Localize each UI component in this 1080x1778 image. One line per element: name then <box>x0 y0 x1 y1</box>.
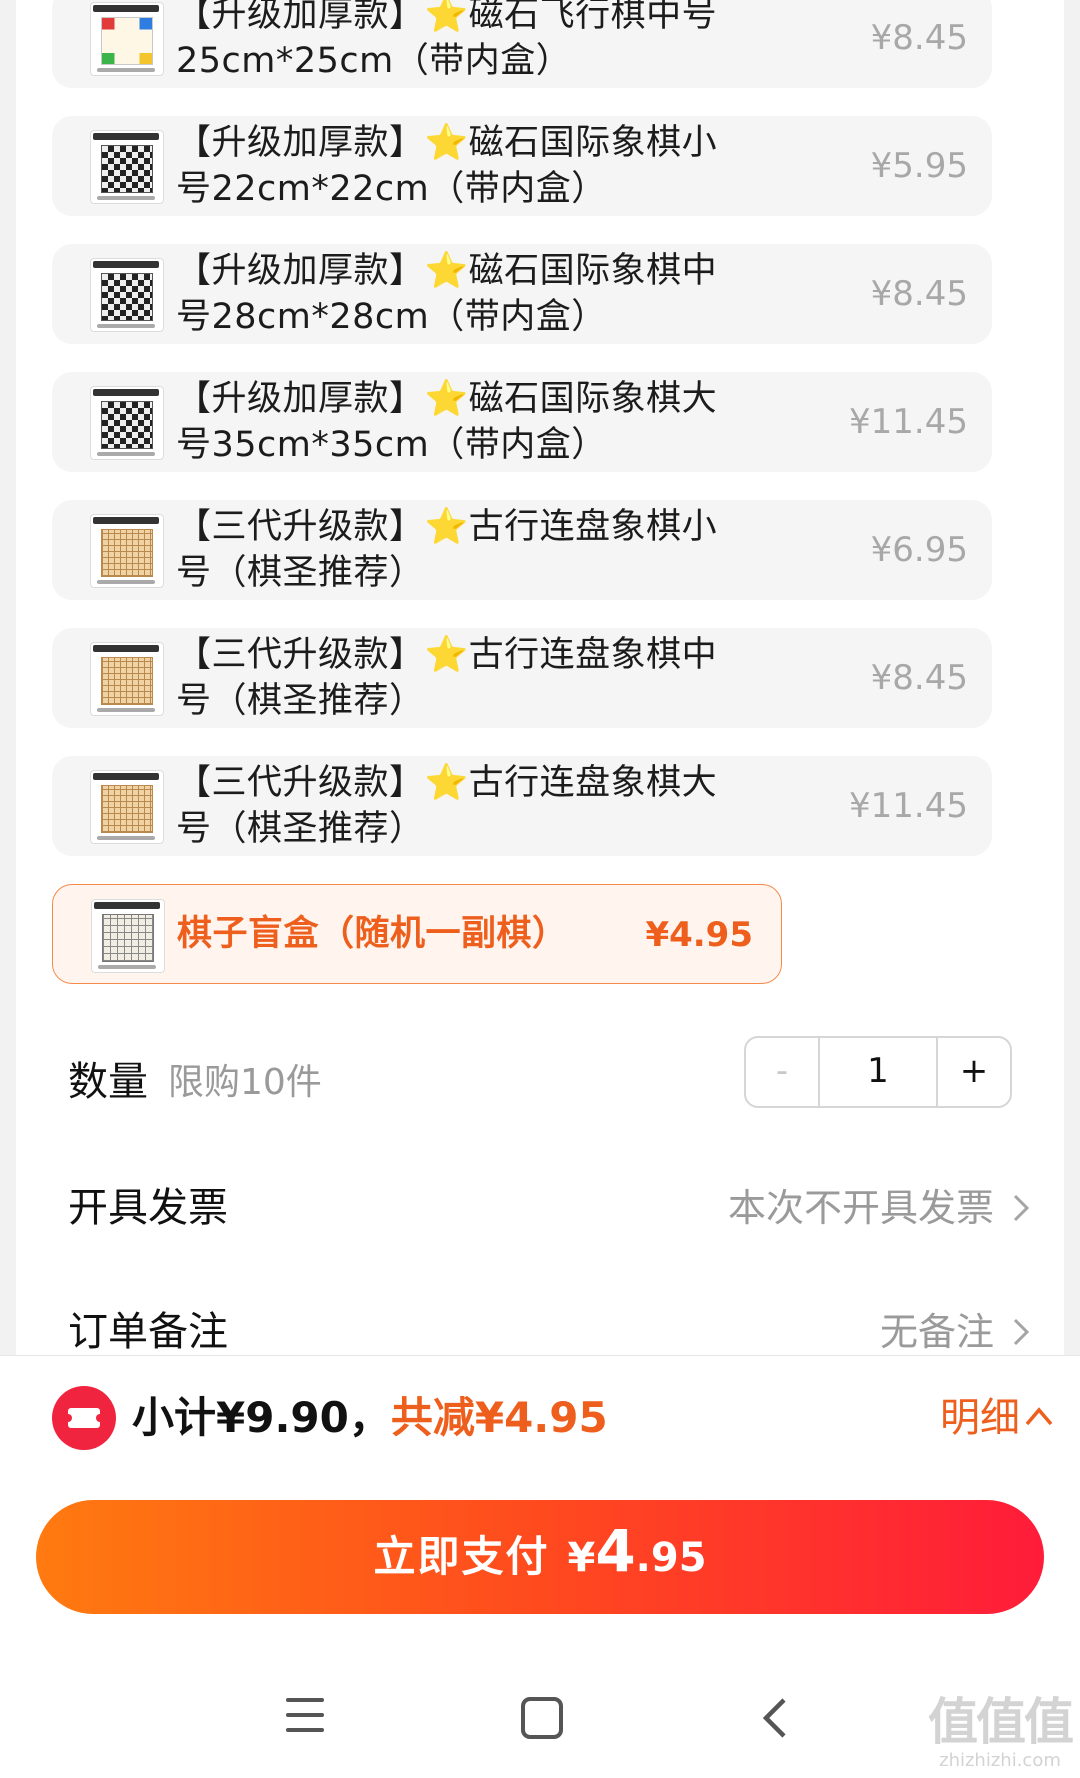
sku-price: ¥8.45 <box>870 658 968 698</box>
sku-price: ¥8.45 <box>870 18 968 58</box>
sku-price: ¥4.95 <box>645 915 753 955</box>
remark-value: 无备注 <box>879 1310 994 1354</box>
sku-option[interactable]: 【三代升级款】⭐古行连盘象棋小 号（棋圣推荐） ¥6.95 <box>52 500 992 600</box>
invoice-row[interactable]: 开具发票 本次不开具发票 <box>68 1178 1044 1238</box>
watermark: 值值值 zhizhizhi.com <box>928 1693 1074 1772</box>
sku-list: 【升级加厚款】⭐磁石飞行棋中号 25cm*25cm（带内盒） ¥8.45 【升级… <box>52 0 992 1012</box>
chevron-up-icon[interactable] <box>1024 1402 1054 1430</box>
xiangqi-board-thumbnail <box>90 770 164 844</box>
chess-board-thumbnail <box>90 130 164 204</box>
chevron-right-icon <box>1013 1194 1030 1222</box>
increase-quantity-button[interactable]: + <box>936 1038 1010 1106</box>
sku-price: ¥8.45 <box>870 274 968 314</box>
sku-name: 【升级加厚款】⭐磁石国际象棋小 号22cm*22cm（带内盒） <box>176 123 718 209</box>
remark-label: 订单备注 <box>68 1309 228 1355</box>
sku-option[interactable]: 【升级加厚款】⭐磁石国际象棋大 号35cm*35cm（带内盒） ¥11.45 <box>52 372 992 472</box>
pay-amount-integer: 4 <box>595 1517 636 1585</box>
price-detail-toggle[interactable]: 明细 <box>940 1388 1020 1448</box>
sku-option[interactable]: 【升级加厚款】⭐磁石飞行棋中号 25cm*25cm（带内盒） ¥8.45 <box>52 0 992 88</box>
back-icon[interactable] <box>760 1696 790 1740</box>
sku-price: ¥6.95 <box>870 530 968 570</box>
chess-board-thumbnail <box>90 258 164 332</box>
sku-name: 【三代升级款】⭐古行连盘象棋大 号（棋圣推荐） <box>176 763 718 849</box>
coupon-icon <box>52 1386 116 1450</box>
sku-name: 【升级加厚款】⭐磁石国际象棋大 号35cm*35cm（带内盒） <box>176 379 718 465</box>
system-nav-bar <box>0 1656 1080 1778</box>
quantity-value[interactable]: 1 <box>820 1038 936 1106</box>
sku-name: 【三代升级款】⭐古行连盘象棋中 号（棋圣推荐） <box>176 635 718 721</box>
sku-option[interactable]: 【升级加厚款】⭐磁石国际象棋中 号28cm*28cm（带内盒） ¥8.45 <box>52 244 992 344</box>
pay-button-label: 立即支付 <box>373 1532 550 1581</box>
sku-name: 【升级加厚款】⭐磁石飞行棋中号 25cm*25cm（带内盒） <box>176 0 718 81</box>
quantity-stepper: - 1 + <box>744 1036 1012 1108</box>
watermark-url: zhizhizhi.com <box>939 1750 1061 1771</box>
sku-option-selected[interactable]: 棋子盲盒（随机一副棋） ¥4.95 <box>52 884 782 984</box>
price-summary: 小计¥9.90，共减¥4.95 <box>132 1388 608 1448</box>
decrease-quantity-button[interactable]: - <box>746 1038 820 1106</box>
sku-name: 【升级加厚款】⭐磁石国际象棋中 号28cm*28cm（带内盒） <box>176 251 718 337</box>
recent-apps-icon[interactable] <box>286 1698 324 1734</box>
sku-sheet: 【升级加厚款】⭐磁石飞行棋中号 25cm*25cm（带内盒） ¥8.45 【升级… <box>16 0 1064 1360</box>
subtotal-text: 小计¥9.90， <box>132 1393 391 1442</box>
sku-price: ¥5.95 <box>870 146 968 186</box>
xiangqi-board-thumbnail <box>90 642 164 716</box>
sku-name: 【三代升级款】⭐古行连盘象棋小 号（棋圣推荐） <box>176 507 718 593</box>
order-remark-row[interactable]: 订单备注 无备注 <box>68 1302 1044 1360</box>
discount-text: 共减¥4.95 <box>390 1393 608 1442</box>
sku-option[interactable]: 【升级加厚款】⭐磁石国际象棋小 号22cm*22cm（带内盒） ¥5.95 <box>52 116 992 216</box>
watermark-logo: 值值值 <box>928 1693 1074 1751</box>
home-icon[interactable] <box>521 1697 563 1739</box>
invoice-label: 开具发票 <box>68 1185 228 1231</box>
sku-name: 棋子盲盒（随机一副棋） <box>177 914 568 954</box>
sku-price: ¥11.45 <box>849 402 968 442</box>
quantity-label: 数量 <box>68 1059 148 1105</box>
sku-option[interactable]: 【三代升级款】⭐古行连盘象棋大 号（棋圣推荐） ¥11.45 <box>52 756 992 856</box>
chess-board-thumbnail <box>90 386 164 460</box>
flight-chess-thumbnail <box>90 2 164 76</box>
chevron-right-icon <box>1013 1318 1030 1346</box>
pay-now-button[interactable]: 立即支付 ¥4.95 <box>36 1500 1044 1614</box>
blind-box-thumbnail <box>91 899 165 973</box>
purchase-limit-hint: 限购10件 <box>168 1062 322 1103</box>
pay-amount-decimal: .95 <box>635 1535 707 1581</box>
checkout-bar: 小计¥9.90，共减¥4.95 明细 立即支付 ¥4.95 值值值 zhizhiz… <box>0 1356 1080 1778</box>
sku-price: ¥11.45 <box>849 786 968 826</box>
xiangqi-board-thumbnail <box>90 514 164 588</box>
pay-currency: ¥ <box>567 1535 596 1581</box>
invoice-value: 本次不开具发票 <box>727 1186 994 1230</box>
quantity-row: 数量 限购10件 - 1 + <box>68 1036 1044 1112</box>
sku-option[interactable]: 【三代升级款】⭐古行连盘象棋中 号（棋圣推荐） ¥8.45 <box>52 628 992 728</box>
